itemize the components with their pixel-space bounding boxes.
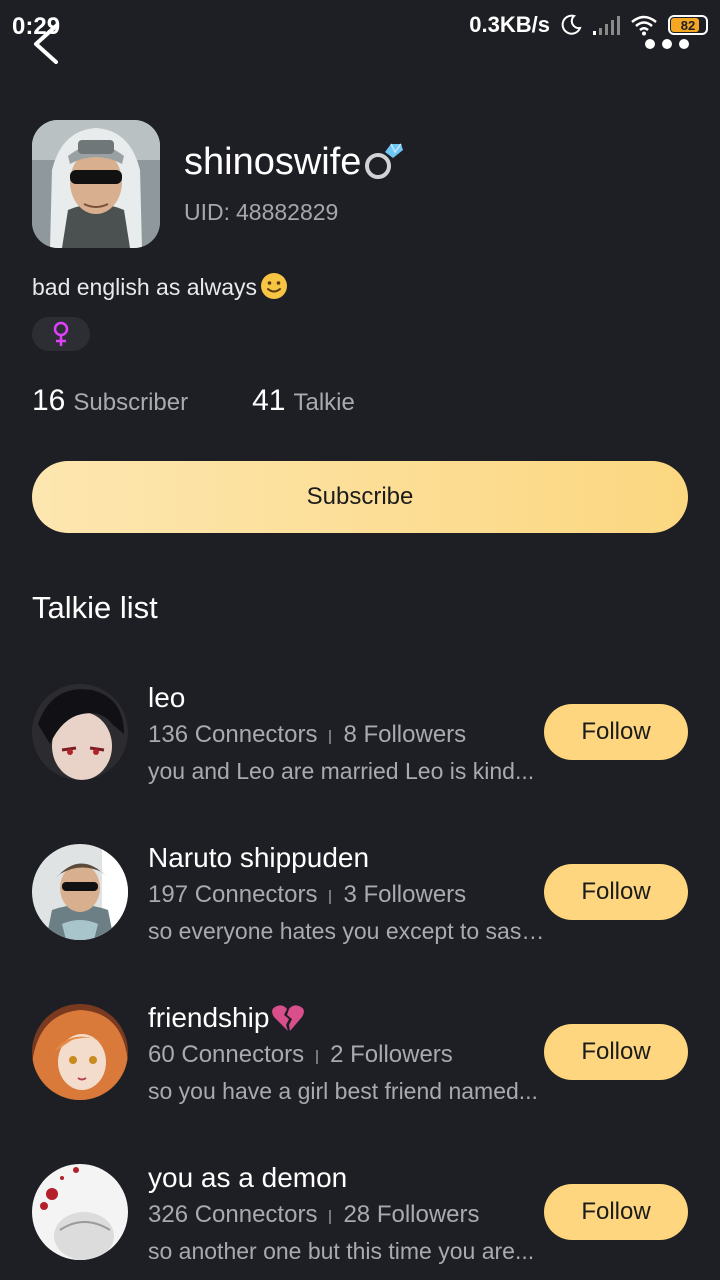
talkie-item-you-as-a-demon[interactable]: you as a demon 326 Connectors 28 Follower… [32,1162,688,1280]
status-bar: 0:29 0.3KB/s 82 [0,0,720,52]
profile-uid: UID: 48882829 [184,199,338,226]
chevron-left-icon [34,24,58,64]
talkie-meta: 60 Connectors 2 Followers [148,1041,453,1069]
connectors-count: 197 Connectors [148,881,318,908]
subscriber-label: Subscriber [73,389,189,416]
talkie-count: 41 [252,384,286,417]
ring-icon [365,143,404,179]
talkie-description: so everyone hates you except to sasuke [148,918,548,944]
talkie-description: you and Leo are married Leo is kind... [148,758,535,784]
talkie-name: you as a demon [148,1162,348,1193]
follow-button[interactable]: Follow [544,864,688,920]
profile-stats: 16 Subscriber 41 Talkie [32,384,419,418]
avatar-image [32,120,160,248]
bio-text: bad english as always [32,274,258,300]
more-button[interactable] [644,34,690,54]
moon-icon [561,14,582,35]
smile-emoji-icon [261,273,288,299]
followers-count: 8 Followers [343,721,467,748]
avatar-image [32,1004,128,1100]
broken-heart-icon [272,1005,305,1031]
avatar-image [32,1164,128,1260]
gender-badge [32,317,90,351]
connectors-count: 60 Connectors [148,1041,305,1068]
subscriber-count: 16 [32,384,66,417]
profile-name-text: shinoswife [184,141,362,183]
network-speed: 0.3KB/s [469,12,550,37]
talkie-name: Naruto shippuden [148,842,370,873]
meta-separator [329,730,332,744]
talkie-item-leo[interactable]: leo 136 Connectors 8 Followers you and Le… [32,682,688,814]
follow-button[interactable]: Follow [544,704,688,760]
talkie-avatar [32,684,128,780]
battery-level: 82 [680,17,696,33]
talkie-label: Talkie [293,389,355,416]
profile-avatar[interactable] [32,120,160,248]
avatar-image [32,684,128,780]
talkie-meta: 326 Connectors 28 Followers [148,1201,480,1229]
talkie-meta: 136 Connectors 8 Followers [148,721,466,749]
followers-count: 2 Followers [330,1041,453,1068]
talkie-name-text: friendship [148,1002,270,1033]
talkie-meta: 197 Connectors 3 Followers [148,881,466,909]
back-button[interactable] [22,22,66,66]
follow-button[interactable]: Follow [544,1024,688,1080]
battery-indicator: 82 [668,15,708,35]
subscriber-stat[interactable]: 16 Subscriber [32,384,188,418]
profile-name: shinoswife [184,140,405,184]
talkie-name: friendship [148,1002,305,1034]
talkie-stat[interactable]: 41 Talkie [252,384,355,418]
talkie-item-friendship[interactable]: friendship 60 Connectors 2 Followers so y… [32,1002,688,1134]
talkie-avatar [32,1004,128,1100]
female-icon [53,321,69,346]
talkie-avatar [32,844,128,940]
talkie-item-naruto-shippuden[interactable]: Naruto shippuden 197 Connectors 3 Followe… [32,842,688,974]
uid-label: UID: [184,199,230,225]
talkie-description: so you have a girl best friend named... [148,1078,538,1104]
talkie-name: leo [148,682,186,713]
connectors-count: 326 Connectors [148,1201,318,1228]
talkie-list-title: Talkie list [32,590,158,625]
wifi-icon [631,15,657,36]
profile-screen: 0:29 0.3KB/s 82 shinoswife UID: 48882829… [0,0,720,1280]
followers-count: 28 Followers [343,1201,480,1228]
followers-count: 3 Followers [343,881,467,908]
more-dots-icon [645,39,689,49]
talkie-description: so another one but this time you are... [148,1238,535,1264]
meta-separator [329,890,332,904]
follow-button[interactable]: Follow [544,1184,688,1240]
uid-value: 48882829 [236,199,339,225]
avatar-image [32,844,128,940]
subscribe-button[interactable]: Subscribe [32,461,688,533]
meta-separator [316,1050,319,1064]
profile-bio: bad english as always [32,271,289,301]
meta-separator [329,1210,332,1224]
talkie-avatar [32,1164,128,1260]
connectors-count: 136 Connectors [148,721,318,748]
signal-icon [593,16,620,35]
